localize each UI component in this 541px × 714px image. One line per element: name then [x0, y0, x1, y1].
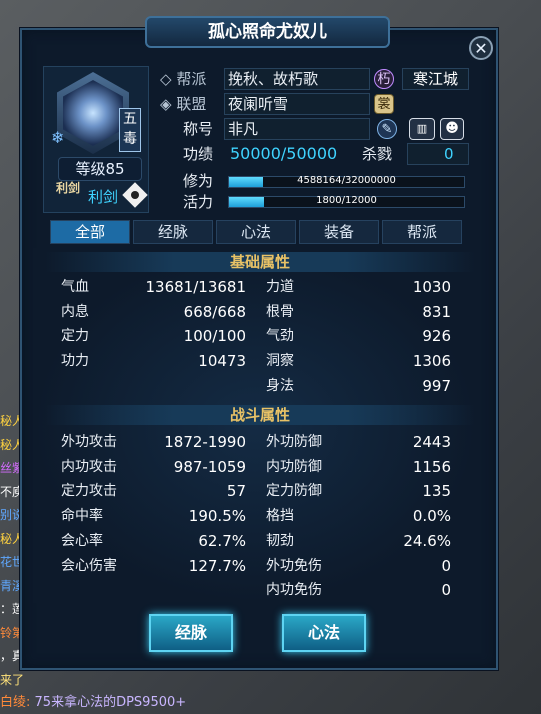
combat-stat-right-label: 内功免伤 [266, 582, 322, 599]
basic-stat-left-label: 功力 [61, 353, 89, 370]
combat-stat-right-label: 外功免伤 [266, 557, 322, 574]
basic-stat-right-value: 1030 [412, 278, 451, 296]
vitality-bar: 1800/12000 [228, 195, 465, 208]
title-label: 称号 [183, 120, 214, 138]
basic-stat-left-label: 气血 [61, 279, 89, 295]
vitality-label: 活力 [183, 193, 214, 211]
combat-stat-right-label: 内功防御 [266, 458, 322, 475]
combat-stat-left-label: 会心伤害 [61, 557, 117, 574]
combat-stat-right-value: 0.0% [412, 507, 451, 526]
cultivation-label: 修为 [183, 172, 214, 190]
title-value: 非凡 [228, 120, 259, 138]
alliance-row: ◈ 联盟 [160, 93, 206, 115]
combat-stat-left-label: 会心率 [61, 532, 103, 549]
combat-stat-right-label: 韧劲 [266, 532, 294, 549]
chat-speaker[interactable]: 白绫: [0, 695, 30, 710]
kills-value: 0 [444, 145, 454, 163]
combat-stat-right-value: 24.6% [403, 531, 451, 550]
mask-icon[interactable]: ☻ [440, 118, 464, 140]
basic-stat-left-label: 内息 [61, 303, 89, 320]
mentality-button[interactable]: 心法 [282, 614, 366, 652]
chat-message: 白绫: 75来拿心法的DPS9500+ [0, 691, 186, 710]
weapon-icon: 利剑 [53, 181, 83, 211]
combat-stat-left-value: 62.7% [198, 531, 246, 550]
barcode-icon[interactable]: ▥ [409, 118, 435, 140]
basic-stat-left-value: 668/668 [183, 302, 246, 321]
alliance-name: 夜阑听雪 [228, 95, 289, 113]
school-badge: 五毒 [119, 108, 141, 152]
diamond-icon: ◇ [160, 70, 172, 88]
alliance-label: 联盟 [176, 95, 207, 113]
combat-stat-right-value: 2443 [412, 433, 451, 451]
basic-attributes-header: 基础属性 [45, 252, 475, 272]
alliance-eye-icon: ◈ [160, 95, 172, 113]
combat-stat-right-label: 定力防御 [266, 483, 322, 500]
basic-stat-right-value: 1306 [412, 352, 451, 371]
cultivation-bar: 4588164/32000000 [228, 175, 465, 188]
basic-stat-left-label: 定力 [61, 328, 89, 345]
combat-stat-left-label: 命中率 [61, 508, 103, 525]
city-name: 寒江城 [402, 68, 469, 90]
combat-stat-right-value: 1156 [412, 457, 451, 476]
combat-stat-left-value: 1872-1990 [164, 433, 246, 451]
level-label: 等级85 [58, 157, 142, 181]
guild-badge[interactable]: 朽 [374, 69, 394, 89]
merit-value: 50000/50000 [230, 144, 338, 163]
basic-stat-left-value: 100/100 [183, 327, 246, 346]
tab-mentality[interactable]: 心法 [216, 220, 296, 244]
tab-guild[interactable]: 帮派 [382, 220, 462, 244]
pen-icon[interactable]: ✎ [377, 119, 397, 139]
basic-stat-right-label: 气劲 [266, 328, 294, 345]
vitality-value: 1800/12000 [316, 195, 377, 206]
combat-stat-right-label: 外功防御 [266, 434, 322, 450]
chat-text: 75来拿心法的DPS9500+ [30, 695, 187, 710]
meridian-button[interactable]: 经脉 [149, 614, 233, 652]
panel-title: 孤心照命尤奴儿 [145, 16, 390, 48]
combat-stat-left-value: 127.7% [188, 556, 246, 575]
basic-stat-right-value: 926 [422, 327, 451, 346]
combat-stat-right-label: 格挡 [266, 508, 294, 525]
combat-stat-left-value: 987-1059 [173, 457, 246, 476]
snowflake-icon: ❄ [51, 128, 65, 147]
guild-name: 挽秋、故朽歌 [228, 70, 319, 88]
basic-stat-right-label: 根骨 [266, 303, 294, 320]
kills-label: 杀戮 [362, 145, 393, 163]
basic-stat-right-label: 力道 [266, 279, 294, 295]
tab-all[interactable]: 全部 [50, 220, 130, 244]
basic-stat-right-label: 身法 [266, 377, 294, 394]
combat-stat-left-label: 外功攻击 [61, 434, 117, 450]
tab-equipment[interactable]: 装备 [299, 220, 379, 244]
weapon-icon-text: 利剑 [55, 181, 80, 195]
combat-stat-right-value: 135 [422, 482, 451, 501]
tab-bar: 全部 经脉 心法 装备 帮派 [50, 220, 462, 244]
weapon-name: 利剑 [88, 188, 119, 206]
combat-attributes-header: 战斗属性 [45, 405, 475, 425]
basic-stat-left-value: 13681/13681 [145, 278, 247, 296]
merit-label: 功绩 [183, 145, 214, 163]
guild-row: ◇ 帮派 [160, 68, 206, 90]
basic-stat-right-label: 洞察 [266, 353, 294, 370]
combat-stat-left-label: 定力攻击 [61, 483, 117, 500]
tab-meridian[interactable]: 经脉 [133, 220, 213, 244]
combat-stat-left-label: 内功攻击 [61, 458, 117, 475]
close-button[interactable]: ✕ [469, 36, 493, 60]
cultivation-value: 4588164/32000000 [297, 175, 396, 186]
alliance-badge[interactable]: 裳 [374, 94, 394, 114]
combat-stat-left-value: 190.5% [188, 507, 246, 526]
chat-fragment: 来了 [0, 672, 25, 687]
basic-stat-left-value: 10473 [198, 352, 246, 371]
kills-field [407, 143, 469, 165]
combat-stat-left-value: 57 [226, 482, 246, 501]
combat-stat-right-value: 0 [441, 581, 451, 600]
combat-stat-right-value: 0 [441, 556, 451, 575]
basic-stat-right-value: 997 [422, 376, 451, 395]
guild-label: 帮派 [176, 70, 207, 88]
basic-stat-right-value: 831 [422, 302, 451, 321]
